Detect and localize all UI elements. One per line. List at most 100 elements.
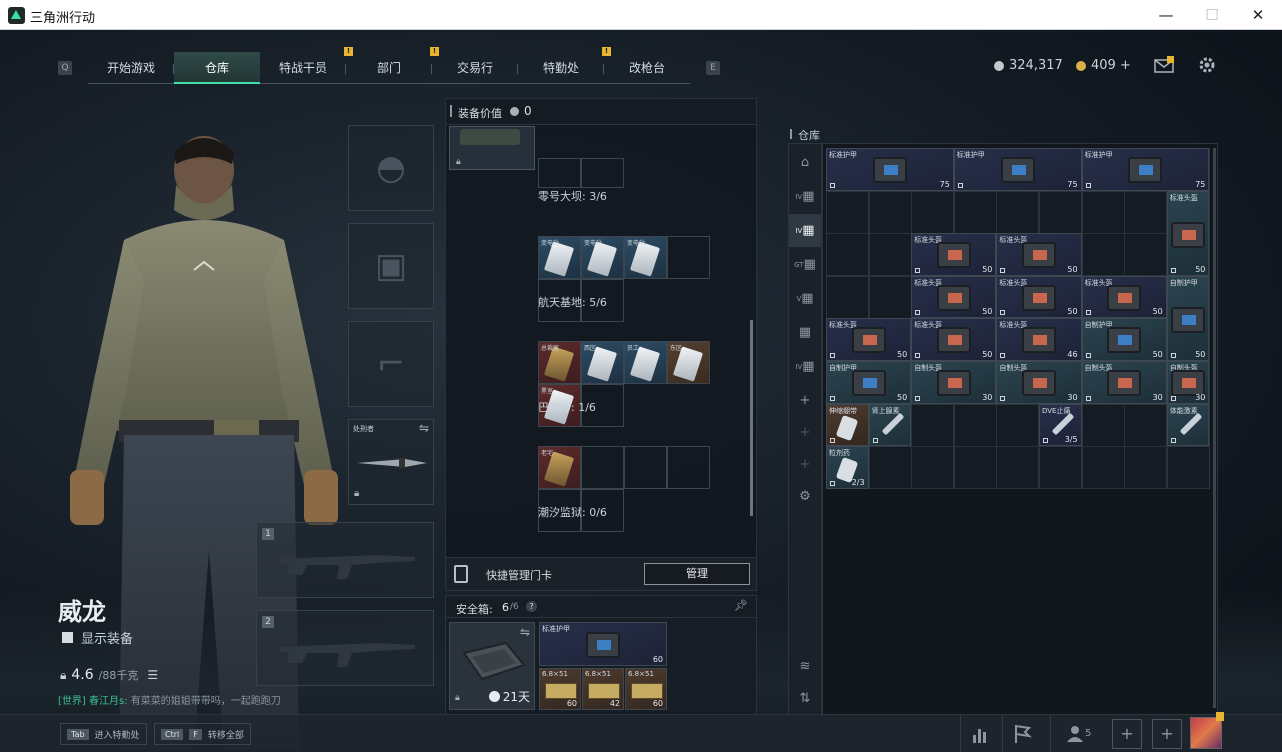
warehouse-cell[interactable] <box>953 446 997 490</box>
warehouse-item[interactable]: 伸缩绷带 <box>826 403 869 447</box>
keycard-cell[interactable] <box>667 446 710 489</box>
keycard-cell[interactable]: 总裁室 <box>538 341 581 384</box>
warehouse-item[interactable]: 标准头盔 50 <box>911 275 997 319</box>
warehouse-cell[interactable] <box>826 190 869 234</box>
warehouse-item[interactable]: 肾上腺素 <box>868 403 912 447</box>
warehouse-item[interactable]: 标准护甲 75 <box>1081 148 1210 191</box>
pistol-slot[interactable]: ⌐ <box>348 321 434 407</box>
warehouse-item[interactable]: 标准头盔 50 <box>996 233 1082 276</box>
warehouse-item[interactable]: 自制护甲 50 <box>826 361 912 404</box>
keycard-item[interactable]: 总裁室 <box>539 342 580 383</box>
warehouse-cell[interactable] <box>868 446 912 490</box>
keycard-item[interactable]: 老宅 <box>539 447 580 488</box>
warehouse-cell[interactable] <box>996 403 1040 447</box>
swap-icon[interactable]: ⇋ <box>419 421 429 435</box>
keycard-item[interactable]: 变电站 <box>582 237 623 278</box>
pin-icon[interactable]: 📌︎ <box>734 599 748 612</box>
warehouse-page-tab[interactable]: IV ▦ <box>789 180 821 213</box>
keycard-item[interactable]: 西区 <box>582 342 623 383</box>
mail-icon[interactable] <box>1154 56 1174 74</box>
add-page-button[interactable]: + <box>789 416 821 449</box>
warehouse-item[interactable]: 粒剂药 2/3 <box>826 446 869 489</box>
tab-department[interactable]: 部门! <box>346 47 439 84</box>
settings-gear-icon[interactable] <box>1198 56 1218 74</box>
keycard-cell[interactable]: 变电站 <box>581 236 624 279</box>
add-page-button[interactable]: + <box>789 384 821 417</box>
warehouse-item[interactable]: 自制护甲 50 <box>1081 318 1167 361</box>
ammo-item[interactable]: 6.8×51 42 <box>582 668 624 710</box>
warehouse-cell[interactable] <box>826 275 869 319</box>
warehouse-cell[interactable] <box>996 446 1040 490</box>
show-gear-toggle[interactable]: 显示装备 <box>62 628 133 647</box>
warehouse-cell[interactable] <box>1124 446 1168 490</box>
warehouse-cell[interactable] <box>953 403 997 447</box>
warehouse-main-tab[interactable]: ⌂ <box>789 146 821 179</box>
keycard-cell[interactable]: 变电站 <box>624 236 667 279</box>
warehouse-cell[interactable] <box>1081 233 1125 277</box>
nav-prev-key[interactable]: Q <box>58 61 72 75</box>
armor-slot[interactable]: ▣ <box>348 223 434 309</box>
flag-icon[interactable] <box>1002 715 1040 752</box>
world-chat-line[interactable]: [世界] 春江月s: 有菜菜的姐姐带带吗，一起跑跑刀 <box>58 692 281 707</box>
warehouse-item[interactable]: 标准头盔 50 <box>1081 275 1167 319</box>
warehouse-item[interactable]: 自制头盔 30 <box>1081 361 1167 404</box>
swap-icon[interactable]: ⇋ <box>520 625 530 639</box>
warehouse-cell[interactable] <box>953 190 997 234</box>
keycard-cell[interactable] <box>624 446 667 489</box>
helmet-slot[interactable]: ◓ <box>348 125 434 211</box>
tab-special-ops[interactable]: 特勤处! <box>518 47 611 84</box>
minimize-button[interactable]: — <box>1148 4 1184 26</box>
safe-box-slot[interactable]: ⇋ 🔒︎ 21天 <box>449 622 535 710</box>
transfer-all-shortcut[interactable]: Ctrl F 转移全部 <box>154 723 251 745</box>
keycard-item[interactable]: 变电站 <box>539 237 580 278</box>
keycard-item[interactable]: 东区 <box>668 342 709 383</box>
warehouse-item[interactable]: 自制头盔 30 <box>996 361 1082 404</box>
gold-currency[interactable]: 409 + <box>1076 58 1131 73</box>
warehouse-page-tab[interactable]: V ▦ <box>789 282 821 315</box>
show-gear-checkbox[interactable] <box>62 632 73 643</box>
warehouse-item[interactable]: 标准头盔 50 <box>911 233 997 276</box>
warehouse-cell[interactable] <box>1081 446 1125 490</box>
warehouse-cell[interactable] <box>1039 190 1082 234</box>
primary-weapon-slot[interactable]: 1 <box>256 522 434 598</box>
warehouse-page-tab[interactable]: GT ▦ <box>789 248 821 281</box>
warehouse-item[interactable]: 自制头盔 30 <box>1166 361 1210 404</box>
list-icon[interactable]: ☰ <box>147 668 158 682</box>
keycard-cell[interactable]: 变电站 <box>538 236 581 279</box>
warehouse-item[interactable]: 标准头盔 50 <box>826 318 912 361</box>
warehouse-item[interactable]: 自制头盔 30 <box>911 361 997 404</box>
warehouse-cell[interactable] <box>1166 446 1210 490</box>
keycard-cell[interactable] <box>581 158 624 188</box>
keycard-cell[interactable] <box>581 446 624 489</box>
warehouse-settings-icon[interactable]: ⚙ <box>789 480 821 513</box>
warehouse-cell[interactable] <box>1124 403 1168 447</box>
warehouse-cell[interactable] <box>911 190 955 234</box>
ammo-item[interactable]: 6.8×51 60 <box>625 668 667 710</box>
keycard-cell[interactable]: 东区 <box>667 341 710 384</box>
enter-special-ops-shortcut[interactable]: Tab 进入特勤处 <box>60 723 147 745</box>
close-button[interactable]: ✕ <box>1240 4 1276 26</box>
tab-warehouse[interactable]: 仓库 <box>174 52 260 84</box>
warehouse-item[interactable]: 标准头盔 46 <box>996 318 1082 361</box>
warehouse-item[interactable]: 标准护甲 75 <box>953 148 1082 191</box>
player-avatar[interactable] <box>1190 712 1224 749</box>
warehouse-cell[interactable] <box>868 275 912 319</box>
add-squad-button[interactable]: + <box>1112 719 1142 749</box>
warehouse-cell[interactable] <box>1081 403 1125 447</box>
keycard-cell[interactable]: 西区 <box>581 341 624 384</box>
warehouse-item[interactable]: DVE止痛 3/5 <box>1039 403 1082 447</box>
warehouse-cell[interactable] <box>996 190 1040 234</box>
warehouse-cell[interactable] <box>1081 190 1125 234</box>
nav-next-key[interactable]: E <box>706 61 720 75</box>
warehouse-cell[interactable] <box>911 446 955 490</box>
warehouse-cell[interactable] <box>911 403 955 447</box>
stats-icon[interactable] <box>960 715 998 752</box>
warehouse-page-tab[interactable]: ▦ <box>789 316 821 349</box>
warehouse-item[interactable]: 标准头盔 50 <box>996 275 1082 319</box>
melee-slot[interactable]: 处刑者 ⇋ 🔒︎ <box>348 419 434 505</box>
tab-gunsmith[interactable]: 改枪台 <box>604 52 690 84</box>
friends-button[interactable]: 5 <box>1050 715 1110 752</box>
layers-icon[interactable]: ≋ <box>789 650 821 683</box>
warehouse-item[interactable]: 标准护甲 75 <box>826 148 954 191</box>
keycard-item[interactable]: 变电站 <box>625 237 666 278</box>
